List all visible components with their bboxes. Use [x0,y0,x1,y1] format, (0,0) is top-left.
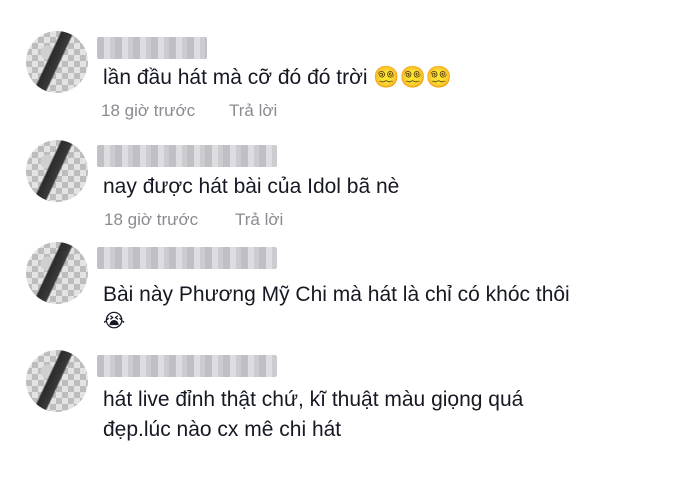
avatar[interactable] [26,140,88,202]
comment-text: Bài này Phương Mỹ Chi mà hát là chỉ có k… [103,283,570,306]
comment-text-line2: đẹp.lúc nào cx mê chi hát [103,418,342,441]
comment-timestamp: 18 giờ trước [104,210,199,229]
avatar[interactable] [26,31,88,93]
reply-button[interactable]: Trả lời [235,210,283,230]
comment-text: lần đầu hát mà cỡ đó đó trời 😵‍💫😵‍💫😵‍💫 [103,66,452,89]
avatar[interactable] [26,242,88,304]
username-blurred[interactable] [97,247,277,269]
username-blurred[interactable] [97,37,207,59]
username-blurred[interactable] [97,355,277,377]
reply-button[interactable]: Trả lời [229,101,277,121]
comment-timestamp: 18 giờ trước [101,101,196,120]
username-blurred[interactable] [97,145,277,167]
avatar[interactable] [26,350,88,412]
crying-emoji: 😭 [103,311,127,332]
comment-text: nay được hát bài của Idol bã nè [103,175,400,198]
comment-text: hát live đỉnh thật chứ, kĩ thuật màu giọ… [103,388,524,411]
